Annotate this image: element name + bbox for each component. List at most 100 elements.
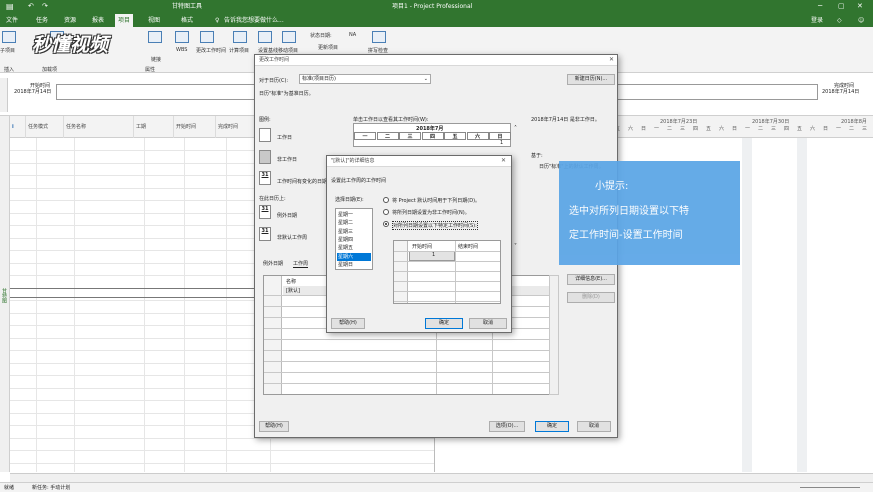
details-help-button[interactable]: 帮助(H)	[331, 318, 365, 329]
subproject-icon[interactable]	[2, 31, 16, 43]
change-work-time-icon[interactable]	[200, 31, 214, 43]
calendar-day-1[interactable]: 1	[500, 140, 503, 146]
zoom-slider[interactable]	[800, 487, 860, 488]
column-start[interactable]: 开始时间	[174, 116, 216, 138]
smiley-icon[interactable]: ☺	[855, 14, 867, 27]
status-date-value[interactable]: NA	[349, 32, 356, 38]
details-ok-button[interactable]: 确定	[425, 318, 463, 329]
table-scrollbar[interactable]	[549, 275, 559, 395]
day-option[interactable]: 星期三	[337, 228, 371, 236]
help-button[interactable]: 帮助(H)	[259, 421, 289, 432]
calculate-project-button[interactable]: 计算项目	[229, 47, 249, 54]
move-project-icon[interactable]	[282, 31, 296, 43]
calculate-project-icon[interactable]	[233, 31, 247, 43]
gantt-day-row: 五六日一二三四五六日一二三四五六日一二三	[615, 125, 873, 135]
calendar-scroll-down-icon[interactable]: ˅	[514, 243, 517, 250]
calendar-scroll-up-icon[interactable]: ˄	[514, 125, 517, 132]
options-button[interactable]: 选项(O)...	[489, 421, 525, 432]
tab-report[interactable]: 报表	[89, 14, 107, 27]
weekday-0: 一	[354, 132, 376, 140]
link-button[interactable]: 链接	[151, 56, 161, 63]
tab-view[interactable]: 视图	[145, 14, 163, 27]
subproject-button[interactable]: 子项目	[0, 47, 15, 54]
radio-nonworking[interactable]	[383, 209, 389, 215]
tab-task[interactable]: 任务	[33, 14, 51, 27]
tab-work-weeks[interactable]: 工作周	[293, 260, 309, 268]
option-nonworking[interactable]: 将所列日期设置为非工作时间(N)。	[392, 209, 470, 216]
legend-swatch-work	[259, 128, 271, 142]
month-title: 2018年7月	[416, 126, 444, 132]
close-icon[interactable]: ✕	[857, 2, 863, 10]
move-project-button[interactable]: 移动项目	[278, 47, 298, 54]
work-times-table[interactable]: 开始时间 结束时间 1	[393, 240, 501, 304]
grid-col-line	[36, 138, 37, 472]
share-icon[interactable]: ◇	[834, 14, 845, 27]
update-project-button[interactable]: 更新项目	[318, 44, 338, 51]
column-duration[interactable]: 工期	[134, 116, 174, 138]
info-icon: i	[10, 116, 26, 138]
radio-specific-times[interactable]	[383, 221, 389, 227]
group-properties: 属性	[145, 67, 156, 73]
day-option[interactable]: 星期六	[337, 252, 371, 261]
option-use-default[interactable]: 将 Project 默认时间用于下列日期(D)。	[392, 197, 480, 204]
gantt-day-label: 一	[836, 126, 842, 132]
day-option[interactable]: 星期二	[337, 219, 371, 227]
set-baseline-button[interactable]: 设置基线	[258, 47, 278, 54]
set-baseline-icon[interactable]	[258, 31, 272, 43]
legend-swatch-nonwork	[259, 150, 271, 164]
tab-file[interactable]: 文件	[3, 14, 21, 27]
column-task-mode[interactable]: 任务模式	[26, 116, 64, 138]
day-option[interactable]: 星期四	[337, 236, 371, 244]
details-button[interactable]: 详细信息(E)...	[567, 274, 615, 285]
spell-check-icon[interactable]	[372, 31, 386, 43]
col-end-time: 结束时间	[458, 244, 479, 250]
details-cancel-button[interactable]: 取消	[469, 318, 507, 329]
spell-check-button[interactable]: 拼写检查	[368, 47, 388, 54]
radio-use-default[interactable]	[383, 197, 389, 203]
tell-me-box[interactable]: 告诉我您想要做什么...	[221, 14, 287, 27]
change-work-time-button[interactable]: 更改工作时间	[196, 47, 226, 54]
month-calendar[interactable]: 2018年7月 一二三四五六日 1	[353, 123, 511, 147]
tab-format[interactable]: 格式	[178, 14, 196, 27]
option-specific-times[interactable]: 对所列日期设置以下特定工作时间(S):	[392, 221, 478, 230]
gantt-day-label: 六	[628, 126, 634, 132]
day-option[interactable]: 星期五	[337, 244, 371, 252]
change-dialog-close-icon[interactable]: ✕	[609, 56, 614, 63]
tab-project[interactable]: 项目	[115, 14, 134, 27]
new-calendar-button[interactable]: 新建日历(N)...	[567, 74, 615, 85]
times-col-line	[455, 241, 456, 303]
days-listbox[interactable]: 星期一 星期二 星期三 星期四 星期五 星期六 星期日	[335, 208, 373, 270]
weekday-3: 四	[421, 132, 444, 140]
delete-button[interactable]: 删除(D)	[567, 292, 615, 303]
times-row-1-number: 1	[432, 252, 436, 258]
column-task-name[interactable]: 任务名称	[64, 116, 134, 138]
legend-exception-day-number: 31	[261, 206, 269, 212]
link-icon[interactable]	[148, 31, 162, 43]
undo-icon[interactable]: ↶	[28, 2, 34, 10]
nonwork-shade-1	[742, 138, 752, 472]
times-row-line	[394, 301, 500, 302]
day-option[interactable]: 星期一	[337, 211, 371, 219]
times-row-line	[394, 251, 500, 252]
tab-exception-days[interactable]: 例外日期	[263, 260, 283, 267]
col-start-time: 开始时间	[412, 244, 433, 250]
wbs-button[interactable]: WBS	[176, 47, 187, 53]
gantt-day-label: 四	[784, 126, 790, 132]
wbs-icon[interactable]	[175, 31, 189, 43]
ok-button[interactable]: 确定	[535, 421, 569, 432]
calendar-select[interactable]: 标准(项目日历) ⌄	[299, 74, 431, 84]
login-link[interactable]: 登录	[808, 14, 826, 27]
cancel-button[interactable]: 取消	[577, 421, 611, 432]
grid-scroll-track[interactable]	[10, 473, 434, 482]
details-subtitle: 设置此工作周的工作时间	[331, 178, 387, 184]
details-dialog-close-icon[interactable]: ✕	[501, 157, 506, 164]
redo-icon[interactable]: ↷	[42, 2, 48, 10]
day-option[interactable]: 星期日	[337, 261, 371, 269]
gantt-scroll-track[interactable]	[434, 473, 873, 482]
minimize-icon[interactable]: ─	[818, 2, 822, 10]
legend-changed-day-number: 31	[261, 172, 269, 178]
tab-resource[interactable]: 资源	[61, 14, 79, 27]
week-label-1: 2018年7月23日	[660, 119, 698, 125]
maximize-icon[interactable]: ▢	[838, 2, 845, 10]
times-row-line	[394, 281, 500, 282]
